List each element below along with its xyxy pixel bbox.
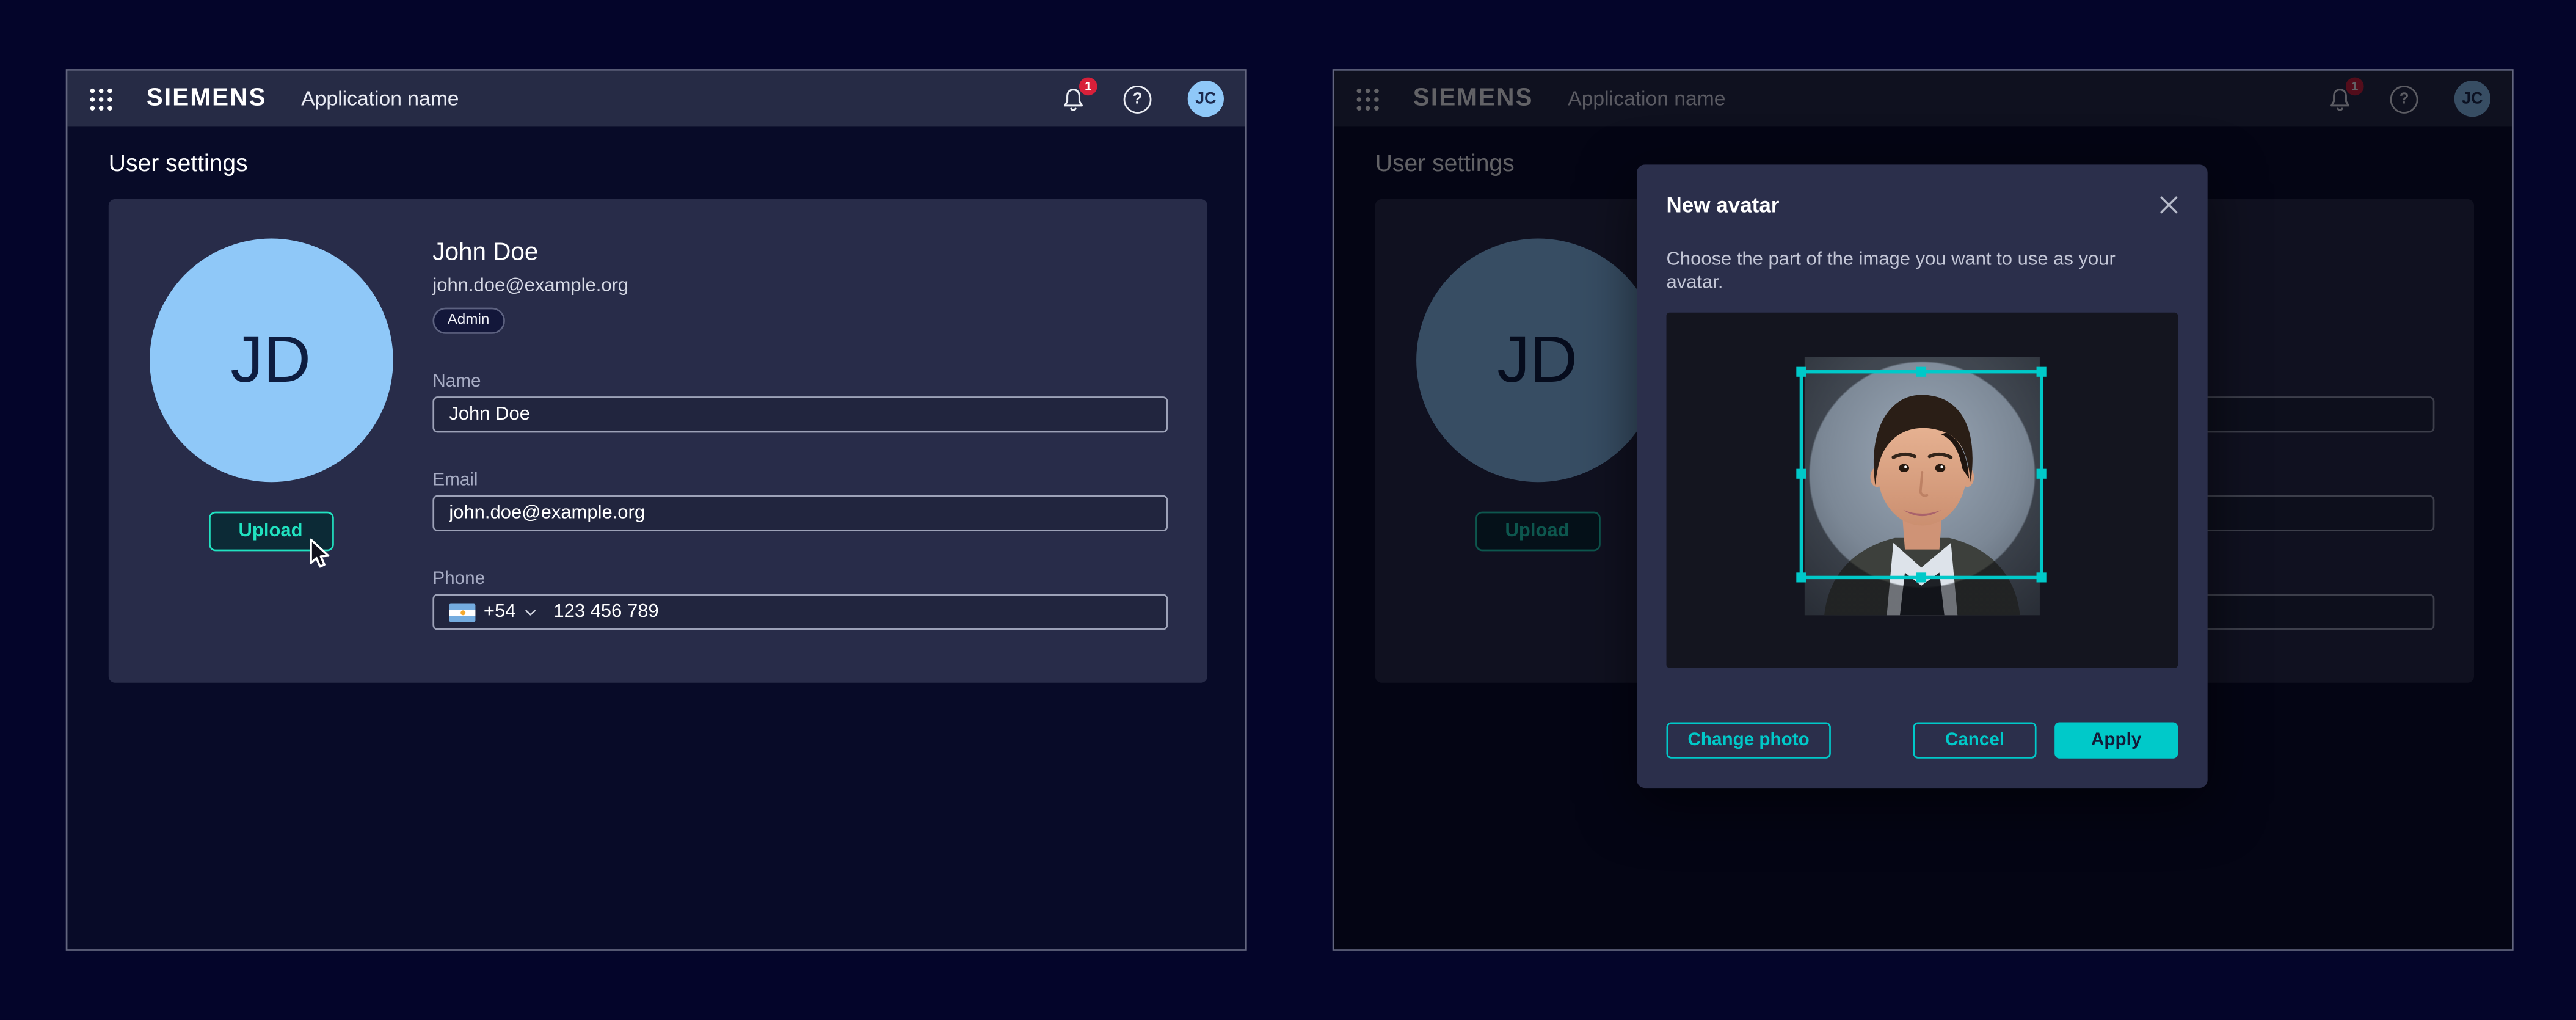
phone-input[interactable]: +54 123 456 789 [432, 594, 1168, 630]
user-settings-window: SIEMENS Application name 1 ? JC User set… [66, 69, 1247, 951]
phone-label: Phone [432, 569, 1168, 589]
app-header: SIEMENS Application name 1 ? JC [67, 71, 1245, 127]
help-icon[interactable]: ? [1124, 85, 1152, 113]
crop-selection[interactable] [1800, 370, 2043, 579]
avatar-crop-canvas [1667, 313, 2178, 668]
crop-handle-ne[interactable] [2037, 367, 2047, 377]
change-photo-button[interactable]: Change photo [1667, 722, 1831, 758]
crop-handle-s[interactable] [1916, 572, 1926, 582]
mouse-cursor-icon [309, 538, 332, 571]
argentina-flag-icon [449, 603, 475, 621]
notifications-button[interactable]: 1 [1060, 85, 1088, 113]
chevron-down-icon[interactable] [524, 609, 536, 617]
crop-handle-e[interactable] [2037, 469, 2047, 479]
phone-number: 123 456 789 [553, 602, 658, 622]
header-user-avatar[interactable]: JC [1188, 81, 1224, 117]
crop-handle-sw[interactable] [1796, 572, 1806, 582]
profile-email: john.doe@example.org [432, 277, 1168, 296]
siemens-logo: SIEMENS [147, 71, 267, 127]
crop-handle-nw[interactable] [1796, 367, 1806, 377]
notification-count-badge: 1 [1079, 76, 1097, 95]
profile-name: John Doe [432, 240, 1168, 266]
dialog-description: Choose the part of the image you want to… [1667, 250, 2150, 294]
crop-handle-w[interactable] [1796, 469, 1806, 479]
dialog-title: New avatar [1667, 194, 1780, 216]
app-launcher-icon[interactable] [89, 86, 113, 111]
role-badge: Admin [432, 308, 504, 334]
crop-handle-n[interactable] [1916, 367, 1926, 377]
uploaded-photo [1805, 357, 2040, 615]
email-input[interactable] [432, 495, 1168, 531]
name-input[interactable] [432, 396, 1168, 432]
apply-button[interactable]: Apply [2054, 722, 2178, 758]
page-title: User settings [109, 151, 1204, 178]
user-settings-card: JD Upload John Doe john.doe@example.org … [109, 199, 1207, 683]
close-icon [2159, 195, 2177, 213]
name-label: Name [432, 372, 1168, 392]
stage: SIEMENS Application name 1 ? JC User set… [0, 0, 2576, 1020]
application-name: Application name [301, 87, 459, 111]
new-avatar-dialog: New avatar Choose the part of the image … [1637, 164, 2208, 788]
crop-handle-se[interactable] [2037, 572, 2047, 582]
email-label: Email [432, 470, 1168, 490]
profile-avatar: JD [149, 239, 393, 483]
cancel-button[interactable]: Cancel [1913, 722, 2037, 758]
dial-code[interactable]: +54 [484, 602, 516, 622]
close-button[interactable] [2155, 191, 2181, 217]
